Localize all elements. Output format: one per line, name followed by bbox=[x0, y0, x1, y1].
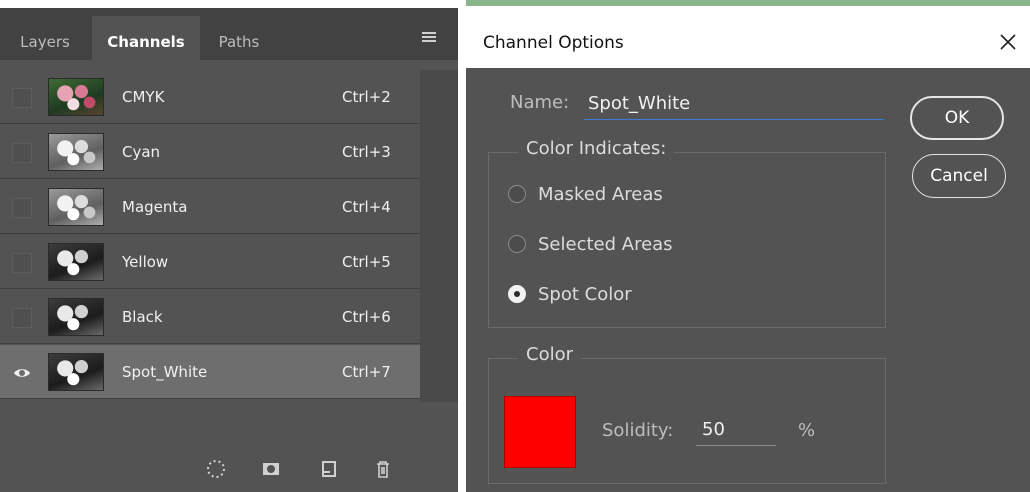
visibility-toggle[interactable] bbox=[12, 198, 32, 218]
channel-name: Magenta bbox=[122, 198, 188, 216]
visibility-toggle[interactable] bbox=[12, 88, 32, 108]
name-label: Name: bbox=[510, 92, 570, 113]
dialog-title: Channel Options bbox=[483, 33, 624, 53]
radio-button[interactable] bbox=[508, 235, 526, 253]
panel-bottom-toolbar bbox=[0, 402, 458, 492]
scrollbar[interactable] bbox=[420, 70, 458, 402]
load-selection-icon[interactable] bbox=[205, 458, 227, 480]
channels-panel: Layers Channels Paths CMYK Ctrl+2 Cyan C… bbox=[0, 0, 458, 492]
channel-thumbnail bbox=[48, 243, 104, 281]
hamburger-menu-icon[interactable] bbox=[422, 32, 436, 44]
ok-button[interactable]: OK bbox=[910, 96, 1004, 140]
tab-layers[interactable]: Layers bbox=[4, 16, 86, 68]
dialog-titlebar: Channel Options bbox=[466, 6, 1030, 68]
channel-shortcut: Ctrl+5 bbox=[342, 253, 391, 271]
name-input[interactable] bbox=[584, 88, 884, 120]
visibility-toggle[interactable] bbox=[12, 143, 32, 163]
channel-shortcut: Ctrl+4 bbox=[342, 198, 391, 216]
radio-label: Masked Areas bbox=[538, 183, 663, 205]
eye-icon[interactable] bbox=[13, 364, 31, 382]
solidity-label: Solidity: bbox=[602, 420, 674, 441]
visibility-toggle[interactable] bbox=[12, 253, 32, 273]
radio-label: Selected Areas bbox=[538, 233, 673, 255]
radio-button[interactable] bbox=[508, 285, 526, 303]
channel-thumbnail bbox=[48, 298, 104, 336]
channel-row-cmyk[interactable]: CMYK Ctrl+2 bbox=[0, 70, 420, 124]
channel-row-cyan[interactable]: Cyan Ctrl+3 bbox=[0, 125, 420, 179]
panel-tab-bar: Layers Channels Paths bbox=[0, 0, 458, 68]
radio-label: Spot Color bbox=[538, 283, 632, 305]
channel-name: Yellow bbox=[122, 253, 169, 271]
cancel-button[interactable]: Cancel bbox=[912, 154, 1006, 198]
color-swatch[interactable] bbox=[504, 396, 576, 468]
channel-thumbnail bbox=[48, 78, 104, 116]
channel-options-dialog: Channel Options Name: OK Cancel Color In… bbox=[466, 0, 1030, 492]
channel-row-magenta[interactable]: Magenta Ctrl+4 bbox=[0, 180, 420, 234]
radio-selected-areas[interactable]: Selected Areas bbox=[508, 232, 673, 256]
new-channel-icon[interactable] bbox=[318, 458, 340, 480]
channel-row-yellow[interactable]: Yellow Ctrl+5 bbox=[0, 235, 420, 289]
tab-channels[interactable]: Channels bbox=[92, 16, 200, 68]
radio-button[interactable] bbox=[508, 185, 526, 203]
channel-shortcut: Ctrl+7 bbox=[342, 363, 391, 381]
channel-thumbnail bbox=[48, 188, 104, 226]
channel-row-black[interactable]: Black Ctrl+6 bbox=[0, 290, 420, 344]
save-selection-mask-icon[interactable] bbox=[260, 458, 282, 480]
channel-thumbnail bbox=[48, 133, 104, 171]
channel-thumbnail bbox=[48, 353, 104, 391]
channel-name: Spot_White bbox=[122, 363, 208, 381]
delete-channel-icon[interactable] bbox=[372, 458, 394, 480]
percent-unit: % bbox=[798, 420, 816, 441]
channel-name: Cyan bbox=[122, 143, 161, 161]
radio-masked-areas[interactable]: Masked Areas bbox=[508, 182, 663, 206]
channel-shortcut: Ctrl+3 bbox=[342, 143, 391, 161]
close-icon[interactable] bbox=[998, 32, 1018, 52]
channel-shortcut: Ctrl+2 bbox=[342, 88, 391, 106]
color-indicates-legend: Color Indicates: bbox=[518, 138, 675, 159]
channel-shortcut: Ctrl+6 bbox=[342, 308, 391, 326]
channel-name: Black bbox=[122, 308, 163, 326]
channel-name: CMYK bbox=[122, 88, 165, 106]
channel-row-spot-white[interactable]: Spot_White Ctrl+7 bbox=[0, 345, 420, 399]
visibility-toggle[interactable] bbox=[12, 308, 32, 328]
color-legend: Color bbox=[518, 344, 581, 365]
tab-paths[interactable]: Paths bbox=[202, 16, 276, 68]
radio-spot-color[interactable]: Spot Color bbox=[508, 282, 632, 306]
solidity-input[interactable] bbox=[696, 414, 776, 446]
